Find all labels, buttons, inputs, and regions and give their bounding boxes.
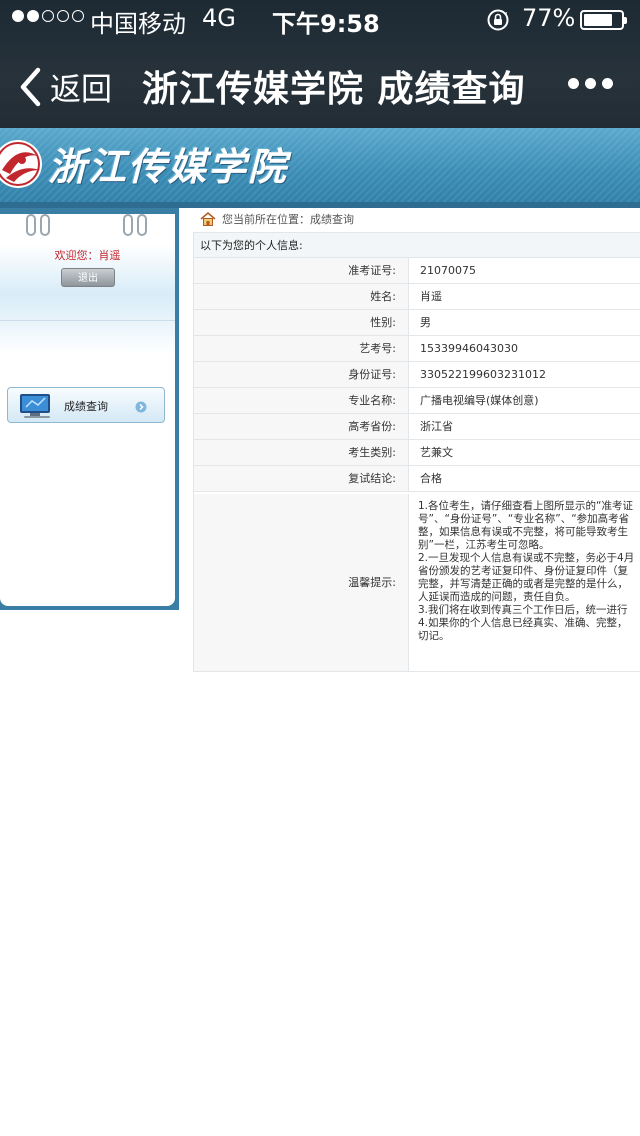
tip-line: 号”、“身份证号”、“专业名称”、“参加高考省 (418, 513, 630, 525)
breadcrumb-current: 成绩查询 (310, 213, 354, 226)
table-row: 考生类别: 艺兼文 (193, 440, 640, 466)
field-value: 21070075 (411, 258, 640, 283)
field-label: 身份证号: (193, 362, 409, 387)
nav-bar: 返回 浙江传媒学院 成绩查询 (0, 40, 640, 128)
field-label: 艺考号: (193, 336, 409, 361)
page-title: 浙江传媒学院 成绩查询 (142, 69, 526, 110)
field-value: 合格 (411, 466, 640, 491)
field-label: 准考证号: (193, 258, 409, 283)
user-name: 肖遥 (98, 249, 121, 262)
back-button[interactable]: 返回 (18, 64, 112, 109)
tip-line: 4.如果你的个人信息已经真实、准确、完整， (418, 617, 628, 629)
tip-line: 省份颁发的艺考证复印件、身份证复印件（复 (418, 565, 628, 577)
logout-button[interactable]: 退出 (61, 268, 115, 287)
field-value: 浙江省 (411, 414, 640, 439)
field-value: 广播电视编导(媒体创意) (411, 388, 640, 413)
table-row: 复试结论: 合格 (193, 466, 640, 492)
breadcrumb: 您当前所在位置： 成绩查询 (200, 211, 354, 227)
tips-row: 温馨提示: 1.各位考生，请仔细查看上图所显示的“准考证 号”、“身份证号”、“… (193, 494, 640, 672)
signal-dot-filled (12, 10, 24, 22)
status-time: 下午9:58 (272, 10, 380, 38)
site-header: 浙江传媒学院 (0, 128, 640, 208)
welcome-label: 欢迎您： (54, 249, 99, 262)
tip-line: 整，如果信息有误或不完整，将可能导致考生 (418, 526, 628, 538)
field-value: 15339946043030 (411, 336, 640, 361)
battery-tip (624, 17, 627, 24)
binder-ring-icon (137, 214, 147, 236)
field-value: 330522199603231012 (411, 362, 640, 387)
table-row: 艺考号: 15339946043030 (193, 336, 640, 362)
tip-line: 2.一旦发现个人信息有误或不完整，务必于4月 (418, 552, 635, 564)
sidebar-divider (0, 320, 175, 321)
welcome-message: 欢迎您：肖遥 (0, 247, 175, 263)
field-label: 考生类别: (193, 440, 409, 465)
tip-line: 完整，并写清楚正确的或者是完整的是什么， (418, 578, 628, 590)
home-icon (200, 212, 216, 226)
back-label: 返回 (50, 72, 112, 108)
field-value: 肖遥 (411, 284, 640, 309)
more-dot-icon (602, 78, 613, 89)
sidebar-item-label: 成绩查询 (64, 400, 108, 413)
breadcrumb-prefix: 您当前所在位置： (222, 213, 310, 226)
field-value: 男 (411, 310, 640, 335)
table-row: 姓名: 肖遥 (193, 284, 640, 310)
tip-line: 1.各位考生，请仔细查看上图所显示的“准考证 (418, 500, 633, 512)
field-label: 性别: (193, 310, 409, 335)
status-bar: 中国移动 4G 下午9:58 77% (0, 0, 640, 40)
binder-ring-icon (123, 214, 133, 236)
signal-strength-icon (12, 10, 84, 22)
tips-content: 1.各位考生，请仔细查看上图所显示的“准考证 号”、“身份证号”、“专业名称”、… (411, 494, 640, 671)
binder-ring-icon (40, 214, 50, 236)
rotation-lock-icon (487, 9, 509, 31)
battery-icon (580, 10, 627, 30)
field-label: 复试结论: (193, 466, 409, 491)
table-row: 专业名称: 广播电视编导(媒体创意) (193, 388, 640, 414)
tip-line: 别”一栏，江苏考生可忽略。 (418, 539, 550, 551)
field-value: 艺兼文 (411, 440, 640, 465)
table-row: 身份证号: 330522199603231012 (193, 362, 640, 388)
chevron-left-icon (20, 67, 41, 106)
more-options-button[interactable] (568, 78, 613, 89)
table-left-border (193, 232, 194, 672)
signal-dot-filled (27, 10, 39, 22)
carrier-name: 中国移动 (90, 10, 186, 38)
binder-ring-icon (26, 214, 36, 236)
tip-line: 3.我们将在收到传真三个工作日后，统一进行 (418, 604, 628, 616)
sidebar: 欢迎您：肖遥 退出 成绩查询 (0, 208, 179, 610)
more-dot-icon (585, 78, 596, 89)
signal-dot-empty (42, 10, 54, 22)
sidebar-panel: 欢迎您：肖遥 退出 成绩查询 (0, 214, 175, 606)
tip-line: 切记。 (418, 630, 450, 642)
top-bar: 中国移动 4G 下午9:58 77% 返回 浙江传媒学院 成绩查询 (0, 0, 640, 128)
school-logo-icon (0, 140, 42, 188)
more-dot-icon (568, 78, 579, 89)
field-label: 姓名: (193, 284, 409, 309)
field-label: 专业名称: (193, 388, 409, 413)
tips-label: 温馨提示: (193, 494, 409, 671)
table-row: 性别: 男 (193, 310, 640, 336)
table-row: 高考省份: 浙江省 (193, 414, 640, 440)
monitor-icon (20, 394, 50, 418)
battery-level (584, 14, 612, 26)
arrow-right-circle-icon (135, 401, 147, 413)
info-table-header: 以下为您的个人信息: (193, 232, 640, 258)
sidebar-item-score-query[interactable]: 成绩查询 (7, 387, 165, 423)
network-type: 4G (202, 4, 236, 32)
table-row: 准考证号: 21070075 (193, 258, 640, 284)
site-name: 浙江传媒学院 (48, 144, 289, 189)
signal-dot-empty (72, 10, 84, 22)
field-label: 高考省份: (193, 414, 409, 439)
tip-line: 人延误而造成的问题，责任自负。 (418, 591, 576, 603)
battery-percent: 77% (522, 4, 576, 32)
signal-dot-empty (57, 10, 69, 22)
